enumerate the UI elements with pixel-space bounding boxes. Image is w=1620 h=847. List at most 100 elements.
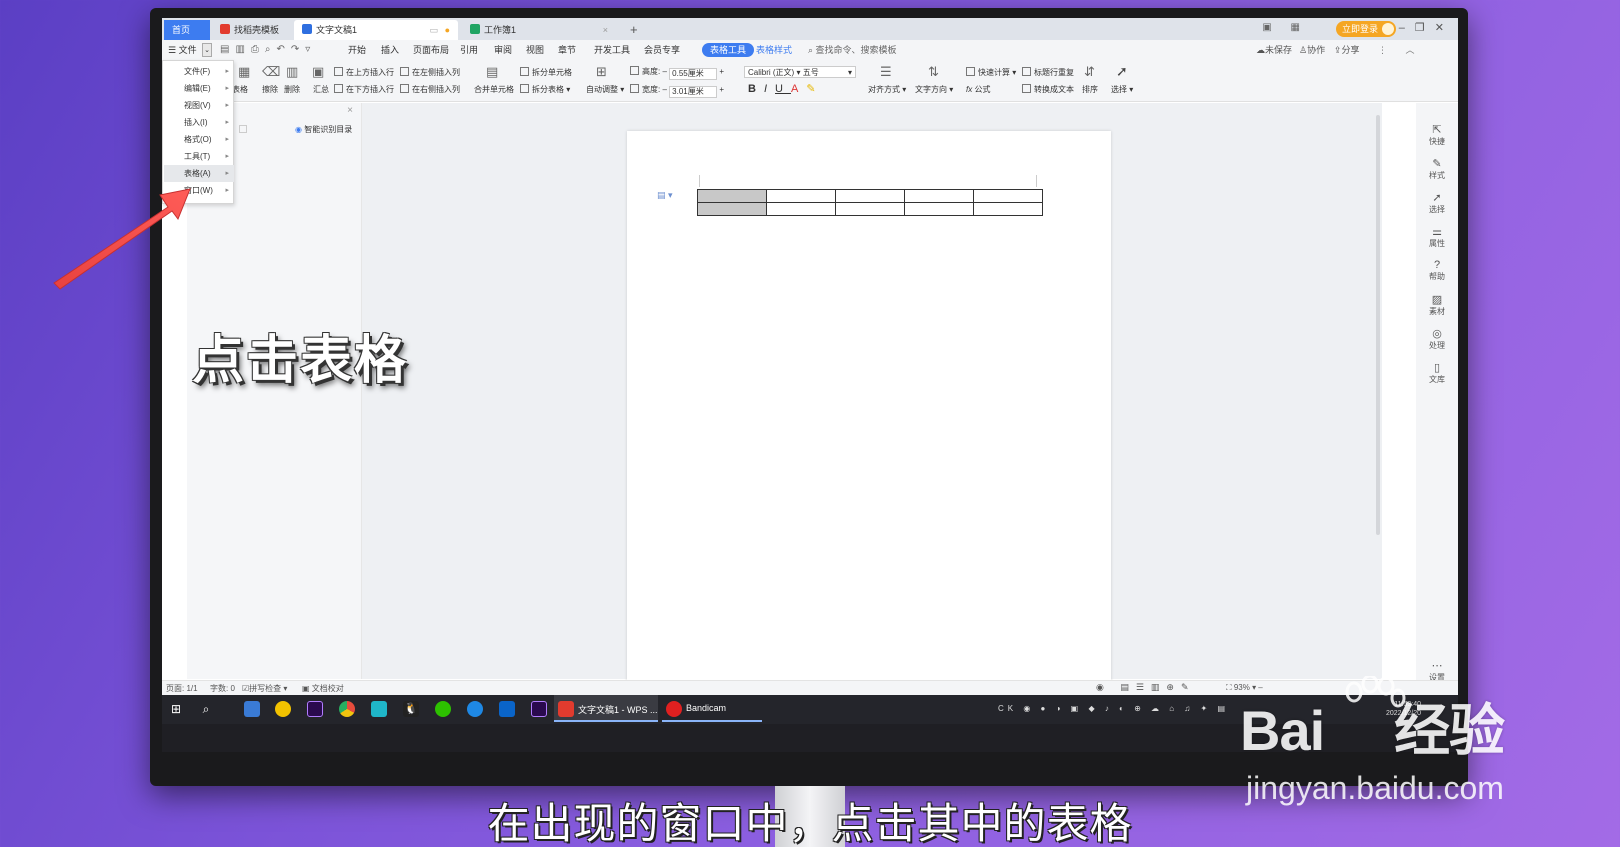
smart-toc-button[interactable]: ◉ 智能识别目录: [295, 124, 352, 135]
align-button[interactable]: 对齐方式 ▾: [868, 84, 906, 96]
insert-left-button[interactable]: 在左侧插入列: [400, 67, 460, 79]
bold-icon[interactable]: B: [748, 83, 764, 95]
font-select[interactable]: Calibri (正文) ▾ 五号 ▾: [744, 66, 856, 78]
select-button[interactable]: 选择 ▾: [1111, 84, 1133, 96]
collapse-icon[interactable]: [239, 125, 247, 133]
menu-references[interactable]: 引用: [460, 40, 478, 60]
menu-item-tools[interactable]: 工具(T) ▸: [164, 148, 234, 165]
layout-icons[interactable]: ▣ ▦: [1262, 22, 1308, 33]
more-icon[interactable]: ⋮ ︿: [1378, 40, 1423, 60]
tab-workbook[interactable]: 工作簿1 ×: [462, 20, 622, 40]
premiere-icon[interactable]: [531, 701, 547, 717]
menu-chapter[interactable]: 章节: [558, 40, 576, 60]
table-cell[interactable]: [835, 189, 905, 203]
formula-button[interactable]: fx 公式: [966, 84, 990, 96]
close-icon[interactable]: ×: [603, 20, 608, 40]
underline-icon[interactable]: U: [775, 83, 791, 95]
table-cell[interactable]: [766, 189, 836, 203]
text-direction-button[interactable]: 文字方向 ▾: [915, 84, 953, 96]
highlight-icon[interactable]: ✎: [806, 83, 823, 95]
sidebar-item-help[interactable]: ? 帮助: [1416, 259, 1458, 282]
menu-member[interactable]: 会员专享: [644, 40, 680, 60]
view-mode-icons[interactable]: ◉ ▤☰▥⊕✎: [1096, 682, 1196, 693]
windows-start-icon[interactable]: ⊞: [168, 701, 184, 717]
italic-icon[interactable]: I: [764, 83, 775, 95]
photos-app-icon[interactable]: [244, 701, 260, 717]
table-cell[interactable]: [835, 202, 905, 216]
insert-right-button[interactable]: 在右侧插入列: [400, 84, 460, 96]
premiere-icon[interactable]: [307, 701, 323, 717]
menu-item-view[interactable]: 视图(V) ▸: [164, 97, 234, 114]
menu-insert[interactable]: 插入: [381, 40, 399, 60]
sidebar-item-style[interactable]: ✎ 样式: [1416, 157, 1458, 181]
menu-view[interactable]: 视图: [526, 40, 544, 60]
close-icon[interactable]: ▭: [429, 20, 438, 40]
sort-button[interactable]: 排序: [1082, 84, 1098, 96]
taskbar-bandicam[interactable]: Bandicam: [662, 695, 762, 722]
table-cell-selected[interactable]: [697, 202, 767, 216]
app-icon[interactable]: [275, 701, 291, 717]
login-button[interactable]: 立即登录: [1335, 21, 1396, 37]
vertical-scrollbar[interactable]: [1374, 103, 1382, 679]
tab-home[interactable]: 首页: [164, 20, 210, 40]
share-button[interactable]: ⇪分享: [1334, 40, 1360, 60]
minus-icon[interactable]: –: [662, 85, 666, 94]
search-command[interactable]: ⌕ 查找命令、搜索模板: [808, 40, 897, 60]
menu-item-edit[interactable]: 编辑(E) ▸: [164, 80, 234, 97]
format-buttons[interactable]: BIUA✎: [748, 83, 824, 95]
height-input[interactable]: 0.55厘米: [669, 68, 718, 80]
font-color-icon[interactable]: A: [791, 83, 806, 95]
split-cell-button[interactable]: 拆分单元格: [520, 67, 572, 79]
autofit-button[interactable]: 自动调整 ▾: [586, 84, 624, 96]
main-menu-button[interactable]: ☰ 文件: [168, 40, 197, 60]
taskbar-wps-window[interactable]: 文字文稿1 - WPS ...: [554, 695, 658, 722]
proofread-button[interactable]: ▣ 文档校对: [302, 683, 344, 694]
sidebar-item-properties[interactable]: ⚌ 属性: [1416, 225, 1458, 249]
new-tab-button[interactable]: +: [622, 20, 646, 40]
menu-item-file[interactable]: 文件(F) ▸: [164, 63, 234, 80]
merge-cells-button[interactable]: 合并单元格: [474, 84, 514, 96]
split-table-button[interactable]: 拆分表格 ▾: [520, 84, 570, 96]
edge-icon[interactable]: [467, 701, 483, 717]
tab-table-tools[interactable]: 表格工具: [702, 43, 755, 57]
document-page[interactable]: ▤ ▾: [627, 131, 1111, 694]
wechat-icon[interactable]: [435, 701, 451, 717]
plus-icon[interactable]: +: [719, 67, 724, 76]
summary-button[interactable]: 汇总: [313, 84, 329, 96]
table-cell[interactable]: [973, 189, 1043, 203]
sidebar-item-select[interactable]: ➚ 选择: [1416, 191, 1458, 215]
quick-access-icons[interactable]: ▤▥⎙⌕↶↷▿: [220, 40, 316, 60]
app-icon[interactable]: [371, 701, 387, 717]
spell-check-button[interactable]: ☑拼写检查 ▾: [242, 683, 287, 694]
plus-icon[interactable]: +: [719, 85, 724, 94]
sidebar-item-process[interactable]: ◎ 处理: [1416, 327, 1458, 351]
table-cell-selected[interactable]: [697, 189, 767, 203]
unsaved-button[interactable]: ☁未保存: [1256, 40, 1292, 60]
table-cell[interactable]: [973, 202, 1043, 216]
quick-calc-button[interactable]: 快速计算 ▾: [966, 67, 1016, 79]
sidebar-item-quick[interactable]: ⇱ 快捷: [1416, 123, 1458, 147]
delete-button[interactable]: 删除: [284, 84, 300, 96]
scrollbar-thumb[interactable]: [1376, 115, 1380, 535]
sidebar-item-assets[interactable]: ▨ 素材: [1416, 293, 1458, 317]
window-controls[interactable]: –❐✕: [1399, 21, 1454, 34]
tab-table-style[interactable]: 表格样式: [756, 40, 792, 60]
word-count[interactable]: 字数: 0: [210, 683, 235, 694]
app-icon[interactable]: [499, 701, 515, 717]
search-icon[interactable]: ⌕: [198, 701, 214, 717]
menu-item-format[interactable]: 格式(O) ▸: [164, 131, 234, 148]
width-input[interactable]: 3.01厘米: [669, 86, 718, 98]
table-handle-icon[interactable]: ▤ ▾: [657, 190, 673, 201]
table-cell[interactable]: [766, 202, 836, 216]
menu-start[interactable]: 开始: [348, 40, 366, 60]
sidebar-item-library[interactable]: ▯ 文库: [1416, 361, 1458, 385]
menu-developer[interactable]: 开发工具: [594, 40, 630, 60]
system-tray[interactable]: CK ◉ ● ◑ ▣ ◆ ♪ ◐ ⊕ ☁ ⌂ ♫ ✦ ▤: [998, 704, 1229, 713]
chrome-icon[interactable]: [339, 701, 355, 717]
table-button[interactable]: 表格: [232, 84, 248, 96]
menu-item-insert[interactable]: 插入(I) ▸: [164, 114, 234, 131]
document-table[interactable]: [697, 189, 1043, 216]
erase-button[interactable]: 擦除: [262, 84, 278, 96]
menu-page-layout[interactable]: 页面布局: [413, 40, 449, 60]
convert-text-button[interactable]: 转换成文本: [1022, 84, 1074, 96]
